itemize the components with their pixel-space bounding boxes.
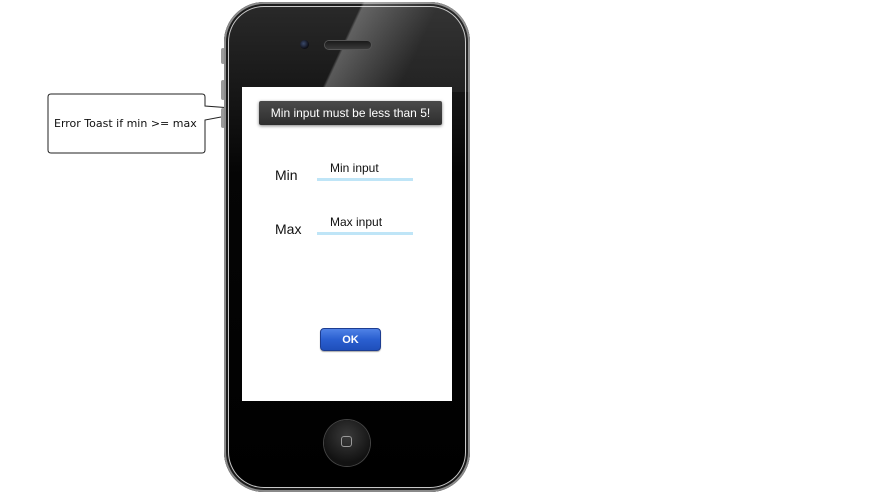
max-label: Max xyxy=(275,221,302,237)
ok-button[interactable]: OK xyxy=(320,328,381,351)
max-input[interactable] xyxy=(317,211,413,235)
annotation-callout-text: Error Toast if min >= max xyxy=(54,117,197,130)
home-square-icon xyxy=(341,436,352,447)
min-input[interactable] xyxy=(317,157,413,181)
min-label: Min xyxy=(275,167,298,183)
error-toast: Min input must be less than 5! xyxy=(259,101,442,125)
phone-screen xyxy=(242,87,452,401)
earpiece-speaker xyxy=(325,41,371,49)
front-camera-icon xyxy=(300,40,309,49)
